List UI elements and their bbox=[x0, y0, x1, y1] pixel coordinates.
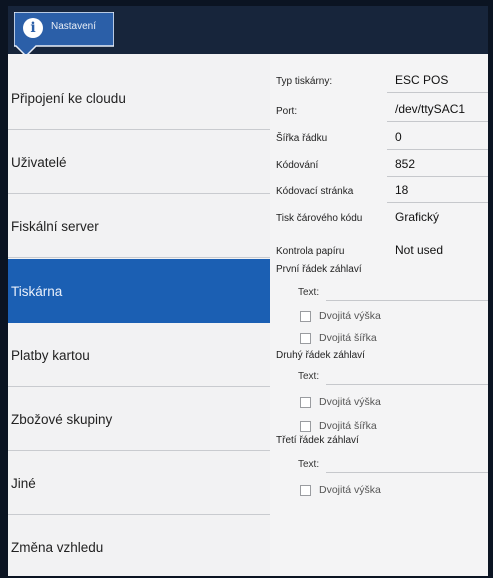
header-line-3-title: Třetí řádek záhlaví bbox=[276, 435, 359, 446]
sidebar-item-printer[interactable]: Tiskárna bbox=[8, 259, 270, 323]
sidebar-item-users[interactable]: Uživatelé bbox=[8, 130, 270, 194]
checkbox-icon bbox=[300, 332, 311, 344]
encoding-field[interactable]: 852 bbox=[395, 157, 415, 171]
checkbox-label: Dvojitá výška bbox=[319, 310, 381, 322]
port-field[interactable]: /dev/ttySAC1 bbox=[395, 102, 465, 116]
port-label: Port: bbox=[276, 106, 298, 117]
sidebar-item-product-groups[interactable]: Zbožové skupiny bbox=[8, 387, 270, 451]
encoding-label: Kódování bbox=[276, 160, 319, 171]
header-line-1-title: První řádek záhlaví bbox=[276, 264, 362, 275]
divider bbox=[8, 257, 270, 258]
sidebar-item-label: Zbožové skupiny bbox=[11, 411, 113, 427]
settings-back-button[interactable]: i Nastavení bbox=[8, 6, 118, 58]
header-line-1-double-height-checkbox[interactable]: Dvojitá výška bbox=[300, 310, 381, 322]
header-line-1-double-width-checkbox[interactable]: Dvojitá šířka bbox=[300, 332, 377, 344]
sidebar-item-label: Uživatelé bbox=[11, 154, 67, 170]
checkbox-icon bbox=[300, 484, 311, 496]
line-width-label: Šířka řádku bbox=[276, 133, 328, 144]
sidebar-item-label: Tiskárna bbox=[11, 283, 63, 299]
header-line-1-text-label: Text: bbox=[298, 287, 320, 298]
checkbox-label: Dvojitá výška bbox=[319, 484, 381, 496]
sidebar-item-other[interactable]: Jiné bbox=[8, 451, 270, 515]
code-page-label: Kódovací stránka bbox=[276, 186, 354, 197]
checkbox-label: Dvojitá šířka bbox=[319, 420, 377, 432]
divider bbox=[387, 202, 488, 203]
header-line-3-text-field[interactable] bbox=[326, 472, 488, 473]
sidebar-item-label: Fiskální server bbox=[11, 218, 99, 234]
page-title: Nastavení bbox=[51, 21, 97, 32]
header-line-3-double-height-checkbox[interactable]: Dvojitá výška bbox=[300, 484, 381, 496]
settings-screen: i Nastavení Připojení ke cloudu Uživatel… bbox=[8, 6, 488, 576]
printer-settings-panel: Typ tiskárny: ESC POS Port: /dev/ttySAC1… bbox=[270, 54, 488, 576]
sidebar-item-card-payments[interactable]: Platby kartou bbox=[8, 323, 270, 387]
header-line-1-text-field[interactable] bbox=[326, 300, 488, 301]
header-line-2-double-height-checkbox[interactable]: Dvojitá výška bbox=[300, 396, 381, 408]
checkbox-icon bbox=[300, 396, 311, 408]
sidebar-item-label: Připojení ke cloudu bbox=[11, 90, 126, 106]
printer-type-select[interactable]: ESC POS bbox=[395, 73, 448, 87]
divider bbox=[387, 149, 488, 150]
barcode-print-select[interactable]: Grafický bbox=[395, 210, 439, 224]
divider bbox=[387, 121, 488, 122]
settings-sidebar: Připojení ke cloudu Uživatelé Fiskální s… bbox=[8, 54, 270, 576]
checkbox-icon bbox=[300, 310, 311, 322]
code-page-field[interactable]: 18 bbox=[395, 183, 408, 197]
barcode-print-label: Tisk čárového kódu bbox=[276, 213, 363, 224]
sidebar-item-appearance[interactable]: Změna vzhledu bbox=[8, 515, 270, 576]
top-bar: i Nastavení bbox=[8, 6, 488, 58]
sidebar-item-cloud[interactable]: Připojení ke cloudu bbox=[8, 66, 270, 130]
header-line-2-text-field[interactable] bbox=[326, 384, 488, 385]
checkbox-label: Dvojitá šířka bbox=[319, 332, 377, 344]
divider bbox=[387, 92, 488, 93]
printer-type-label: Typ tiskárny: bbox=[276, 76, 333, 87]
sidebar-item-label: Platby kartou bbox=[11, 347, 90, 363]
paper-check-select[interactable]: Not used bbox=[395, 243, 443, 257]
checkbox-icon bbox=[300, 420, 311, 432]
info-icon: i bbox=[23, 18, 43, 38]
line-width-field[interactable]: 0 bbox=[395, 130, 402, 144]
header-line-2-text-label: Text: bbox=[298, 371, 320, 382]
header-line-3-text-label: Text: bbox=[298, 459, 320, 470]
sidebar-item-label: Jiné bbox=[11, 475, 36, 491]
checkbox-label: Dvojitá výška bbox=[319, 396, 381, 408]
sidebar-item-label: Změna vzhledu bbox=[11, 539, 104, 555]
divider bbox=[387, 176, 488, 177]
header-line-2-title: Druhý řádek záhlaví bbox=[276, 350, 365, 361]
sidebar-item-fiscal-server[interactable]: Fiskální server bbox=[8, 194, 270, 258]
header-line-2-double-width-checkbox[interactable]: Dvojitá šířka bbox=[300, 420, 377, 432]
paper-check-label: Kontrola papíru bbox=[276, 246, 345, 257]
